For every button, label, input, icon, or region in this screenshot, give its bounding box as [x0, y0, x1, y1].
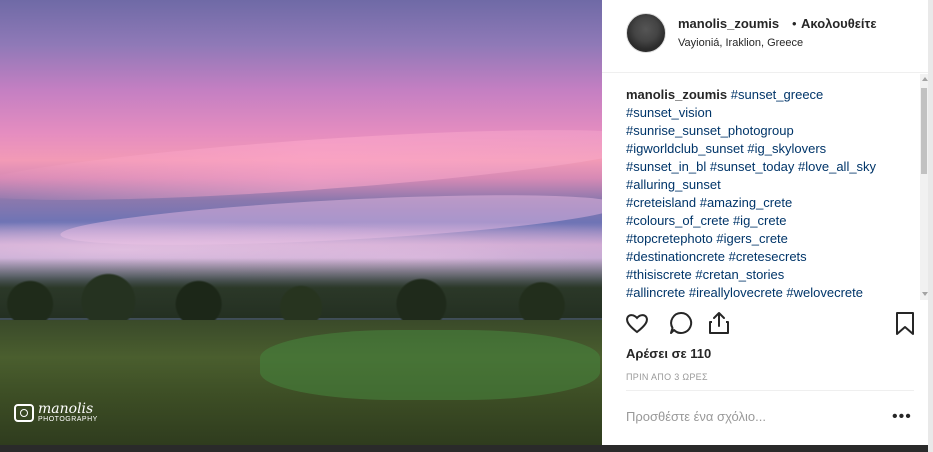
caption: manolis_zoumis #sunset_greece #sunset_vi…: [626, 86, 914, 300]
hashtag-line[interactable]: #creteisland #amazing_crete: [626, 195, 792, 210]
post-header: manolis_zoumis • Ακολουθείτε Vayioniá, I…: [602, 0, 928, 73]
page-background: [0, 445, 928, 452]
green-patch: [260, 330, 600, 400]
separator: •: [792, 16, 797, 31]
trees: [0, 268, 602, 328]
location-link[interactable]: Vayioniá, Iraklion, Greece: [678, 37, 803, 49]
hashtag-line[interactable]: #destinationcrete #cretesecrets: [626, 249, 807, 264]
watermark-sub: PHOTOGRAPHY: [38, 416, 98, 423]
photo-watermark: manolis PHOTOGRAPHY: [14, 402, 98, 423]
caption-username[interactable]: manolis_zoumis: [626, 87, 727, 102]
comment-input[interactable]: Προσθέστε ένα σχόλιο...: [626, 409, 766, 424]
divider: [626, 390, 914, 391]
hashtag-line[interactable]: #colours_of_crete #ig_crete: [626, 213, 786, 228]
post-sidebar: manolis_zoumis • Ακολουθείτε Vayioniá, I…: [602, 0, 928, 445]
watermark-script: manolis: [38, 401, 94, 417]
page-scrollbar[interactable]: [928, 0, 933, 452]
following-button[interactable]: Ακολουθείτε: [801, 16, 877, 31]
bookmark-icon[interactable]: [892, 310, 918, 336]
share-icon[interactable]: [706, 310, 732, 336]
action-bar: [624, 310, 914, 338]
heart-icon[interactable]: [624, 310, 650, 336]
hashtag-line[interactable]: #sunset_vision: [626, 105, 712, 120]
post-photo[interactable]: manolis PHOTOGRAPHY: [0, 0, 602, 445]
hashtag-line[interactable]: #alluring_sunset: [626, 177, 721, 192]
post-time[interactable]: ΠΡΙΝ ΑΠΟ 3 ΩΡΕΣ: [626, 372, 708, 382]
username-link[interactable]: manolis_zoumis: [678, 16, 779, 31]
comment-icon[interactable]: [668, 310, 694, 336]
camera-icon: [14, 403, 34, 422]
hashtag-line[interactable]: #sunset_in_bl #sunset_today #love_all_sk…: [626, 159, 876, 174]
scroll-thumb[interactable]: [921, 88, 927, 174]
likes-count[interactable]: Αρέσει σε 110: [626, 346, 711, 361]
hashtag-line[interactable]: #sunrise_sunset_photogroup: [626, 123, 794, 138]
hashtag-line[interactable]: #thisiscrete #cretan_stories: [626, 267, 784, 282]
avatar[interactable]: [626, 13, 666, 53]
more-options-icon[interactable]: •••: [892, 408, 912, 426]
hashtag-line[interactable]: #sunset_greece: [731, 87, 824, 102]
hashtag-line[interactable]: #allincrete #ireallylovecrete #welovecre…: [626, 285, 863, 300]
hashtag-line[interactable]: #igworldclub_sunset #ig_skylovers: [626, 141, 826, 156]
hashtag-line[interactable]: #topcretephoto #igers_crete: [626, 231, 788, 246]
